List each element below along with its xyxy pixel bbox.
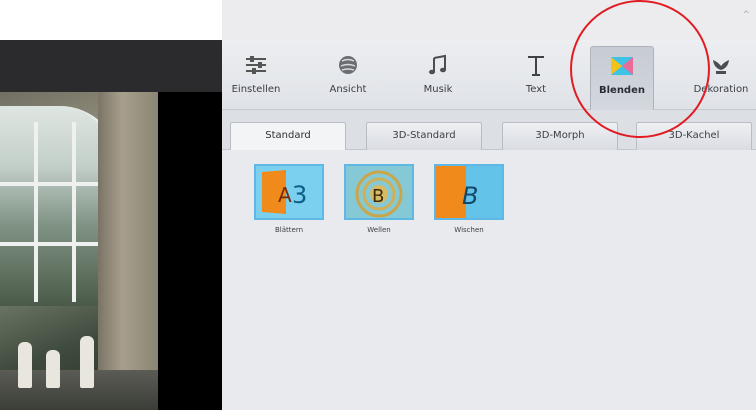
tab-standard[interactable]: Standard	[230, 122, 346, 151]
preview-header-bar	[0, 40, 222, 92]
toolbar-ansicht-button[interactable]: Ansicht	[316, 46, 380, 110]
effect-item-blaettern[interactable]: A 3 Blättern	[253, 164, 325, 234]
highlight-circle-annotation	[570, 0, 710, 138]
svg-text:B: B	[462, 182, 478, 210]
window-top-strip	[0, 0, 222, 40]
text-t-icon	[528, 56, 544, 76]
preview-image-frame	[0, 242, 110, 246]
toolbar-label: Einstellen	[231, 84, 281, 95]
toolbar-label: Text	[525, 84, 547, 95]
toolbar-label: Musik	[423, 84, 453, 95]
preview-image-frame	[72, 122, 76, 302]
wipe-icon: B	[434, 164, 504, 220]
sliders-icon	[246, 56, 266, 74]
globe-icon	[339, 56, 357, 74]
effect-item-wellen[interactable]: B Wellen	[343, 164, 415, 234]
effects-grid: A 3 Blättern B Wellen B Wischen	[222, 150, 756, 410]
svg-text:3: 3	[292, 181, 307, 209]
toolbar-label: Ansicht	[329, 84, 367, 95]
preview-image-wall	[98, 92, 158, 410]
preview-image-frame	[34, 122, 38, 302]
page-flip-icon: A 3	[254, 164, 324, 220]
flower-icon	[713, 60, 729, 74]
preview-image-bottle	[46, 350, 60, 388]
toolbar-einstellen-button[interactable]: Einstellen	[224, 46, 288, 110]
preview-image-frame	[0, 182, 110, 186]
effect-item-wischen[interactable]: B Wischen	[433, 164, 505, 234]
effect-label: Blättern	[274, 226, 304, 234]
collapse-arrow-icon[interactable]: ^	[742, 10, 750, 20]
svg-text:B: B	[372, 186, 384, 207]
toolbar-text-button[interactable]: Text	[504, 46, 568, 110]
toolbar-musik-button[interactable]: Musik	[406, 46, 470, 110]
preview-image-bottle	[18, 342, 32, 388]
video-preview[interactable]	[0, 92, 222, 410]
svg-text:A: A	[278, 183, 292, 207]
preview-image	[0, 92, 158, 410]
effect-label: Wellen	[367, 226, 391, 234]
tab-3d-standard[interactable]: 3D-Standard	[366, 122, 482, 150]
music-note-icon	[429, 54, 446, 75]
wave-icon: B	[344, 164, 414, 220]
preview-image-bottle	[80, 336, 94, 388]
effect-label: Wischen	[454, 226, 484, 234]
